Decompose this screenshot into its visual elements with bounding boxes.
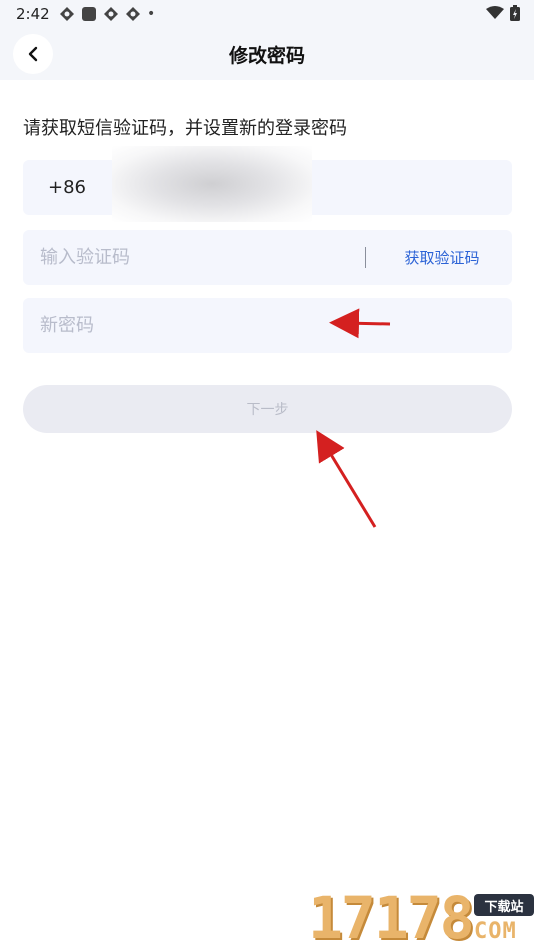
phone-number-redaction — [112, 146, 312, 222]
wifi-icon — [486, 6, 504, 19]
verification-code-field: 获取验证码 — [23, 230, 512, 285]
app-notification-icon — [60, 7, 74, 21]
page-title: 修改密码 — [228, 45, 305, 67]
field-divider — [365, 247, 366, 268]
get-code-button[interactable]: 获取验证码 — [387, 230, 497, 285]
battery-icon — [510, 5, 520, 21]
verification-code-input[interactable] — [23, 230, 353, 285]
more-notifications-dot: • — [147, 6, 156, 22]
new-password-input[interactable] — [23, 298, 353, 353]
app-header: 修改密码 — [0, 28, 534, 80]
notification-icons: • — [59, 6, 155, 22]
status-time: 2:42 — [16, 5, 50, 23]
square-notification-icon — [82, 7, 96, 21]
watermark-number: 17178 — [308, 884, 475, 950]
watermark-tag: 下载站 — [474, 894, 534, 916]
next-button[interactable]: 下一步 — [23, 385, 512, 433]
system-icons — [486, 5, 520, 21]
app-notification-icon — [104, 7, 118, 21]
arrow-to-next-button — [316, 430, 377, 528]
annotation-arrows — [316, 308, 391, 528]
site-watermark: 17178 下载站 COM — [308, 886, 534, 950]
status-bar: 2:42 • — [0, 0, 534, 28]
instruction-text: 请获取短信验证码，并设置新的登录密码 — [23, 118, 347, 139]
country-code[interactable]: +86 — [23, 160, 111, 215]
new-password-field — [23, 298, 512, 353]
app-notification-icon — [126, 7, 140, 21]
watermark-domain: COM — [474, 919, 517, 944]
